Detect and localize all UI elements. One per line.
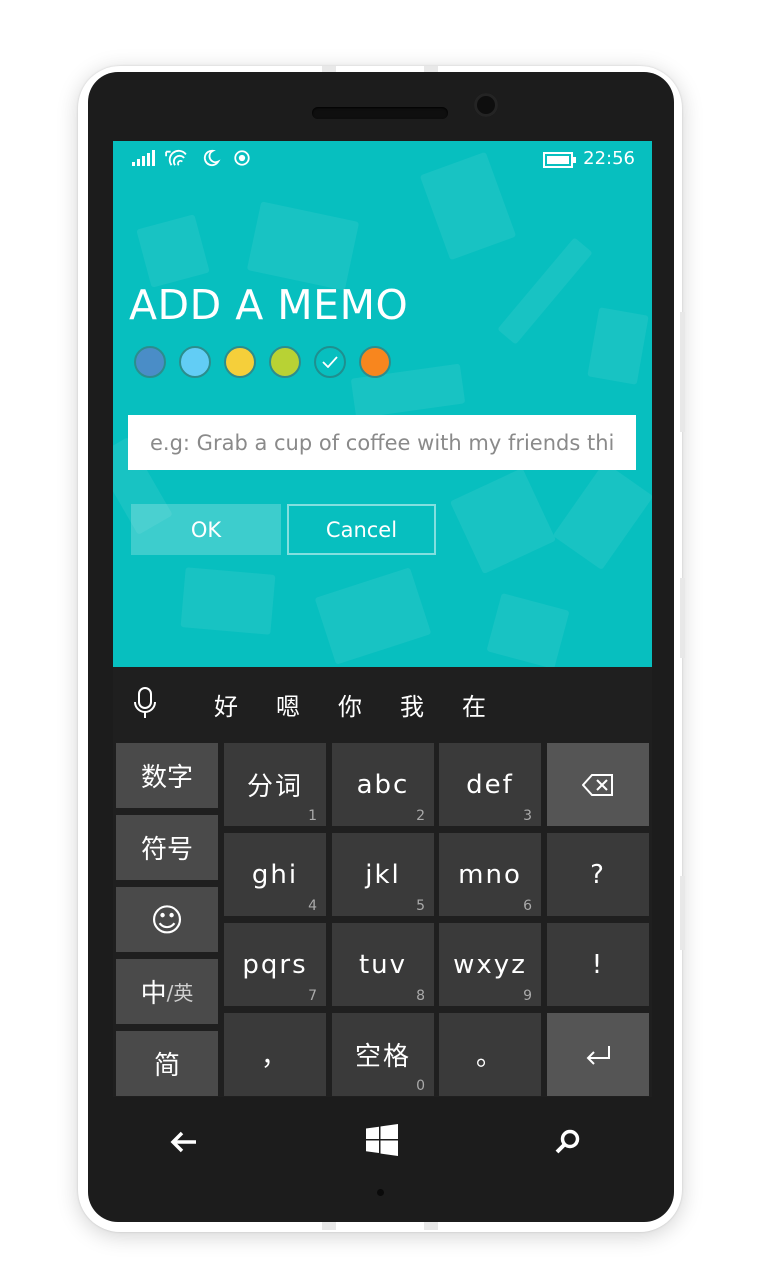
keypad-key-label: tuv [358,949,408,980]
keypad-key[interactable]: tuv 8 [332,923,434,1006]
volume-button [680,312,685,432]
memo-input[interactable] [128,415,636,470]
keypad-key[interactable]: wxyz 9 [439,923,541,1006]
background-decoration [497,237,593,345]
numbers-key[interactable]: 数字 [116,743,218,808]
power-button [680,578,685,658]
page-title: ADD A MEMO [129,281,409,329]
background-decoration [314,567,432,665]
color-swatch[interactable] [269,346,301,378]
keypad-key-label: 空格 [354,1042,411,1072]
keypad-key-digit: 8 [416,988,425,1004]
color-swatch[interactable] [179,346,211,378]
backspace-key[interactable] [547,743,649,826]
search-button[interactable] [552,1124,584,1160]
keypad-key[interactable]: ， [224,1013,326,1096]
color-swatch[interactable] [314,346,346,378]
color-swatch[interactable] [359,346,391,378]
back-arrow-icon [170,1131,196,1153]
background-decoration [587,307,649,385]
screen: 22:56 ADD A MEMO OK Cancel 好 嗯 你 我 在 数字 … [113,141,652,1097]
keypad-key[interactable]: jkl 5 [332,833,434,916]
keypad-key-digit: 2 [416,808,425,824]
front-camera [474,93,498,117]
home-button[interactable] [364,1122,400,1158]
microphone-hole [377,1189,384,1196]
color-swatch[interactable] [224,346,256,378]
keypad-key-digit: 1 [308,808,317,824]
keypad-key[interactable]: ghi 4 [224,833,326,916]
language-key[interactable]: 中/英 [116,959,218,1024]
question-key[interactable]: ? [547,833,649,916]
quiet-hours-icon [203,149,221,167]
microphone-icon[interactable] [133,687,157,719]
candidate-bar: 好 嗯 你 我 在 [113,667,652,737]
bottom-button-right [424,1222,438,1230]
candidate-word[interactable]: 嗯 [276,687,300,722]
language-key-sub: /英 [166,981,194,1005]
candidate-word[interactable]: 我 [400,687,424,722]
earpiece-speaker [312,107,448,119]
candidate-word[interactable]: 好 [214,687,238,722]
emoji-key[interactable]: ☺ [116,887,218,952]
keypad-key[interactable]: 空格 0 [332,1013,434,1096]
keypad-key[interactable]: 。 [439,1013,541,1096]
symbols-key[interactable]: 符号 [116,815,218,880]
candidate-word[interactable]: 你 [338,687,362,722]
exclamation-key[interactable]: ! [547,923,649,1006]
simplified-key[interactable]: 简 [116,1031,218,1096]
location-icon [234,150,250,166]
signal-icon [132,150,155,166]
memo-app: 22:56 ADD A MEMO OK Cancel [113,141,652,667]
keypad-key-digit: 7 [308,988,317,1004]
checkmark-icon [322,356,338,368]
keypad-key-label: mno [458,859,522,890]
keypad-key-digit: 4 [308,898,317,914]
keypad-key-label: ， [260,1042,289,1072]
language-key-main: 中 [140,979,167,1009]
wifi-icon [165,149,187,166]
clock-time: 22:56 [583,148,635,169]
keypad-key-digit: 0 [416,1078,425,1094]
navigation-bar [88,1120,674,1164]
keypad-key[interactable]: mno 6 [439,833,541,916]
keypad-key-digit: 9 [523,988,532,1004]
keypad-key-digit: 5 [416,898,425,914]
keypad-key-label: 。 [475,1042,504,1072]
background-decoration [246,201,360,291]
status-bar: 22:56 [113,141,652,177]
windows-logo-icon [366,1124,398,1156]
keypad-key-digit: 6 [523,898,532,914]
candidate-word[interactable]: 在 [462,687,486,722]
keypad-key-label: pqrs [242,949,308,980]
background-decoration [136,214,210,288]
keypad-key-label: wxyz [453,949,527,980]
keypad-key-label: ghi [251,859,299,890]
backspace-icon [582,773,613,796]
background-decoration [449,467,557,575]
keypad-key[interactable]: 分词 1 [224,743,326,826]
keypad-key[interactable]: def 3 [439,743,541,826]
bottom-button-left [322,1222,336,1230]
background-decoration [552,461,652,571]
background-decoration [486,592,570,667]
keypad-key-label: jkl [365,859,401,890]
ok-button[interactable]: OK [131,504,281,555]
keypad-key[interactable]: abc 2 [332,743,434,826]
keypad-key-label: 分词 [246,772,303,802]
enter-icon [586,1045,610,1065]
back-button[interactable] [170,1124,198,1160]
enter-key[interactable] [547,1013,649,1096]
camera-button [680,876,685,950]
cancel-button[interactable]: Cancel [287,504,436,555]
color-swatch[interactable] [134,346,166,378]
search-icon [555,1129,580,1154]
keypad-key-digit: 3 [523,808,532,824]
keypad-key-label: abc [356,769,410,800]
background-decoration [180,567,276,635]
keypad-key-label: def [466,769,514,800]
battery-icon [543,152,576,168]
keypad-key[interactable]: pqrs 7 [224,923,326,1006]
